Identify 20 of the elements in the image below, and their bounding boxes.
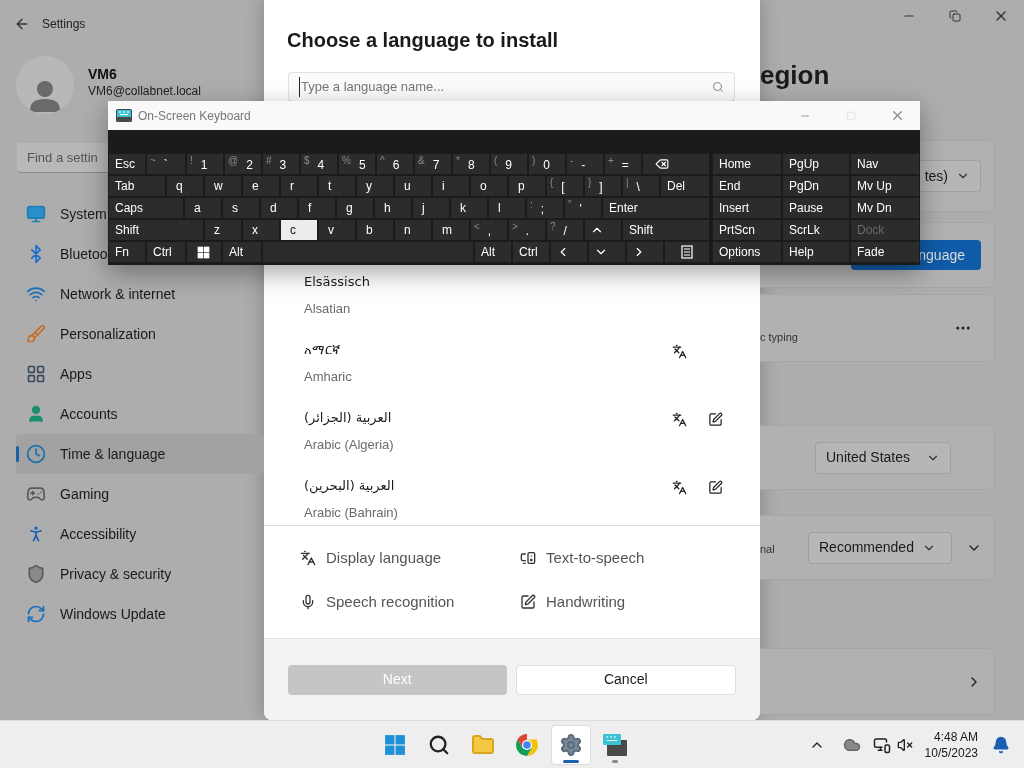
native-language-name: العربية (الجزائر)	[304, 410, 393, 426]
user-email: VM6@collabnet.local	[88, 83, 201, 100]
legend-label: Handwriting	[546, 591, 626, 612]
user-name: VM6	[88, 66, 118, 83]
legend-label: Text-to-speech	[546, 547, 645, 568]
card-description: nal	[760, 542, 775, 558]
window-title: Settings	[42, 16, 86, 33]
window-title: On-Screen Keyboard	[138, 107, 251, 125]
native-language-name: العربية (البحرين)	[304, 478, 396, 494]
english-language-name: Arabic (Bahrain)	[304, 505, 399, 521]
english-language-name: Alsatian	[304, 301, 352, 317]
english-language-name: Amharic	[304, 369, 353, 385]
dialog-title: Choose a language to install	[287, 28, 560, 52]
legend-label: Speech recognition	[326, 591, 455, 612]
native-language-name: Elsässisch	[304, 274, 371, 290]
legend-label: Display language	[326, 547, 442, 568]
english-language-name: Arabic (Algeria)	[304, 437, 395, 453]
page-title: egion	[760, 62, 830, 88]
card-description: c typing	[760, 329, 798, 345]
native-language-name: አማርኛ	[304, 342, 341, 358]
